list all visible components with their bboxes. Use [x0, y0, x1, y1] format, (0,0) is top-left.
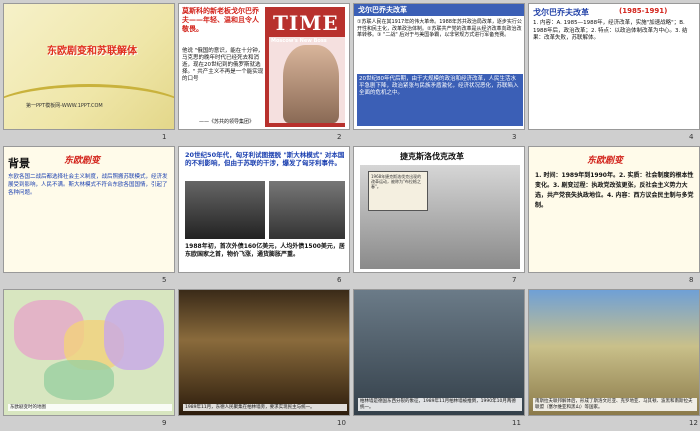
slide-years: (1985-1991) — [619, 7, 668, 15]
slide-number: 6 — [337, 276, 342, 284]
slide-thumbnail-11[interactable]: 柏林墙是德国东西分裂的象征，1989年11月柏林墙被推倒，1990年10月两德统… — [353, 289, 525, 416]
slide-heading: 莫斯科的新老板戈尔巴乔夫——年轻、温和且令人敬畏。 — [182, 7, 259, 33]
slide-title: 东欧剧变和苏联解体 — [47, 46, 137, 57]
slide-thumbnail-2[interactable]: 莫斯科的新老板戈尔巴乔夫——年轻、温和且令人敬畏。 他说 "俄国的意识，能在十分… — [178, 3, 350, 130]
slide-tag: 东欧剧变 — [64, 156, 101, 166]
slide-subtitle: 第一PPT模板网-WWW.1PPT.COM — [26, 103, 103, 109]
slide-thumbnail-6[interactable]: 20世纪50年代，匈牙利试图摆脱 "斯大林模式" 对本国的不利影响，但由于苏联的… — [178, 146, 350, 273]
slide-thumbnail-10[interactable]: 1989年11月，东德人民聚集在柏林墙旁，要求实现民主与统一。 — [178, 289, 350, 416]
slide-heading: 20世纪50年代，匈牙利试图摆脱 "斯大林模式" 对本国的不利影响，但由于苏联的… — [185, 151, 345, 167]
slide-number: 1 — [162, 133, 167, 141]
slide-heading: 戈尔巴乔夫改革 — [533, 8, 589, 17]
slide-thumbnail-9[interactable]: 东欧剧变时的地图 — [3, 289, 175, 416]
time-logo: TIME — [273, 11, 339, 35]
photo-image — [269, 181, 345, 239]
slide-number: 3 — [512, 133, 517, 141]
slide-body: 1. 时间：1989年到1990年。2. 实质：社会制度的根本性变化。3. 剧变… — [535, 172, 694, 209]
slide-number: 10 — [337, 419, 346, 427]
text-card: 1968年捷克斯洛伐克出现的改革运动，被称为"布拉格之春"。 — [368, 171, 428, 211]
slide-caption: 柏林墙是德国东西分裂的象征，1989年11月柏林墙被推倒，1990年10月两德统… — [358, 398, 522, 411]
slide-number: 5 — [162, 276, 167, 284]
slide-thumbnail-1[interactable]: 东欧剧变和苏联解体 第一PPT模板网-WWW.1PPT.COM — [3, 3, 175, 130]
slide-thumbnail-3[interactable]: 戈尔巴乔夫改革 ①苏联人民在其1917年的伟大革命。1988年苏共政治局改革，逐… — [353, 3, 525, 130]
slide-label: 背景 — [8, 157, 30, 170]
slide-number: 4 — [689, 133, 694, 141]
map-region — [104, 300, 164, 370]
slide-number: 9 — [162, 419, 167, 427]
slide-body: ①苏联人民在其1917年的伟大革命。1988年苏共政治局改革，逐步实行公开性和民… — [357, 19, 522, 38]
slide-caption: 南斯拉夫联邦解体后，形成了斯洛文尼亚、克罗地亚、马其顿、波黑和南斯拉夫联盟（塞尔… — [533, 398, 697, 411]
summary-box: 20世纪80年代后期，由于大规模的政治和经济改革，人民生活水平急剧下降，政治紧张… — [357, 74, 523, 126]
slide-source: ——《苏共的领导集团》 — [199, 119, 255, 125]
slide-number: 2 — [337, 133, 342, 141]
slide-thumbnail-12[interactable]: 南斯拉夫联邦解体后，形成了斯洛文尼亚、克罗地亚、马其顿、波黑和南斯拉夫联盟（塞尔… — [528, 289, 700, 416]
slide-body: 1. 内容：A. 1985—1988年，经济改革，实施"加速战略"；B. 198… — [533, 20, 688, 41]
slide-body: 东欧各国二战后都选择社会主义制度，战后照搬苏联模式，经济发展受到影响，人民不满。… — [8, 174, 168, 196]
slide-number: 7 — [512, 276, 517, 284]
time-magazine-cover: TIME Moscow's New Boss — [265, 7, 349, 127]
slide-body: 1988年初，首次外债160亿美元，人均外债1500美元，居东欧国家之首，物价飞… — [185, 243, 345, 258]
slide-heading: 戈尔巴乔夫改革 — [354, 4, 524, 16]
slide-sorter-grid: 东欧剧变和苏联解体 第一PPT模板网-WWW.1PPT.COM 1 莫斯科的新老… — [0, 0, 700, 431]
map-region — [44, 360, 114, 400]
slide-number: 12 — [689, 419, 698, 427]
slide-number: 8 — [689, 276, 694, 284]
slide-number: 11 — [512, 419, 521, 427]
slide-thumbnail-5[interactable]: 背景 东欧剧变 东欧各国二战后都选择社会主义制度，战后照搬苏联模式，经济发展受到… — [3, 146, 175, 273]
slide-caption: 1989年11月，东德人民聚集在柏林墙旁，要求实现民主与统一。 — [183, 403, 347, 411]
slide-thumbnail-4[interactable]: 戈尔巴乔夫改革 (1985-1991) 1. 内容：A. 1985—1988年，… — [528, 3, 700, 130]
slide-thumbnail-8[interactable]: 东欧剧变 1. 时间：1989年到1990年。2. 实质：社会制度的根本性变化。… — [528, 146, 700, 273]
slide-heading: 捷克斯洛伐克改革 — [400, 152, 464, 161]
slide-body: 他说 "俄国的意识，能在十分钟，马克思的晚年时代已经死去和消逝，现在20世纪到的… — [182, 48, 264, 82]
slide-tag: 东欧剧变 — [587, 156, 624, 166]
slide-thumbnail-7[interactable]: 捷克斯洛伐克改革 1968年捷克斯洛伐克出现的改革运动，被称为"布拉格之春"。 — [353, 146, 525, 273]
slide-caption: 东欧剧变时的地图 — [8, 403, 172, 411]
photo-image — [185, 181, 265, 239]
portrait-image — [283, 45, 339, 123]
